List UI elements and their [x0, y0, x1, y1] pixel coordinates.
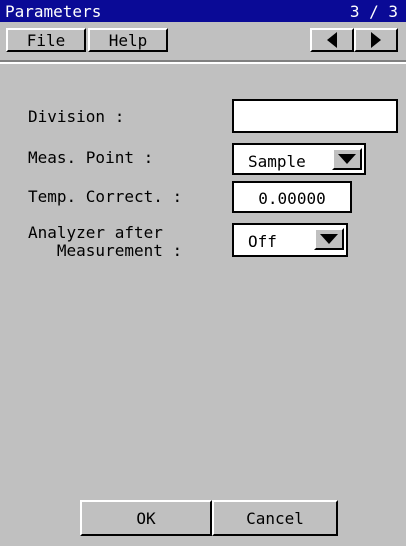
meas-point-value: Sample	[248, 152, 306, 171]
analyzer-label-line1: Analyzer after	[28, 223, 163, 242]
temp-correct-value: 0.00000	[258, 189, 326, 208]
meas-point-dropdown-button[interactable]	[332, 148, 362, 170]
right-arrow-icon	[371, 32, 381, 48]
prev-page-button[interactable]	[310, 28, 354, 52]
page-indicator: 3 / 3	[349, 2, 398, 21]
meas-point-select[interactable]: Sample	[232, 143, 366, 175]
analyzer-dropdown-button[interactable]	[314, 228, 344, 250]
analyzer-value: Off	[248, 232, 277, 251]
help-menu-label: Help	[108, 30, 148, 50]
division-label: Division :	[28, 107, 125, 126]
ok-button-label: OK	[136, 508, 156, 528]
window-title: Parameters	[5, 2, 102, 21]
file-menu-label: File	[26, 30, 66, 50]
help-menu[interactable]: Help	[88, 28, 168, 52]
cancel-button[interactable]: Cancel	[212, 500, 338, 536]
meas-point-label: Meas. Point :	[28, 148, 154, 167]
left-arrow-icon	[327, 32, 337, 48]
next-page-button[interactable]	[354, 28, 398, 52]
title-bar: Parameters 3 / 3	[0, 0, 406, 22]
menu-separator	[0, 60, 406, 64]
analyzer-select[interactable]: Off	[232, 223, 348, 257]
chevron-down-icon	[320, 234, 338, 244]
division-input[interactable]	[232, 99, 398, 133]
chevron-down-icon	[338, 154, 356, 164]
analyzer-label-line2: Measurement :	[28, 241, 183, 260]
temp-correct-input[interactable]: 0.00000	[232, 181, 352, 213]
file-menu[interactable]: File	[6, 28, 86, 52]
temp-correct-label: Temp. Correct. :	[28, 187, 183, 206]
ok-button[interactable]: OK	[80, 500, 212, 536]
cancel-button-label: Cancel	[246, 508, 304, 528]
